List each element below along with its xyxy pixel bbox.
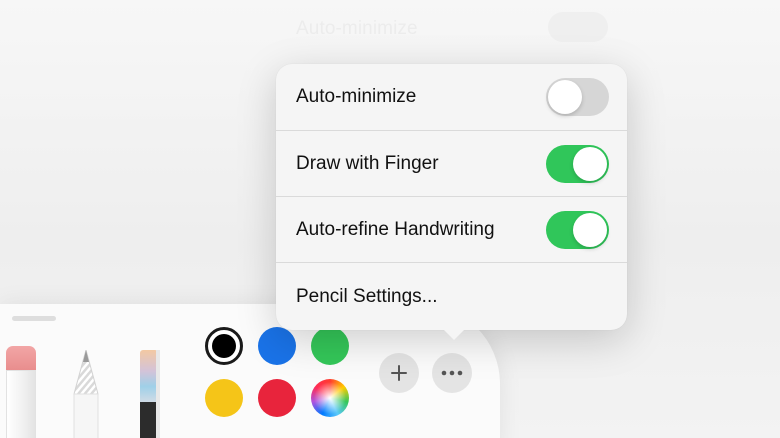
menu-item-label: Draw with Finger xyxy=(296,152,439,174)
color-swatch-green[interactable] xyxy=(311,327,349,365)
marker-icon[interactable] xyxy=(140,350,160,438)
eraser-icon[interactable] xyxy=(6,346,36,438)
menu-item-auto-refine-handwriting[interactable]: Auto-refine Handwriting xyxy=(276,196,627,262)
menu-item-draw-with-finger[interactable]: Draw with Finger xyxy=(276,130,627,196)
auto-refine-handwriting-toggle[interactable] xyxy=(546,210,609,249)
toggle-knob xyxy=(548,80,582,114)
draw-with-finger-toggle[interactable] xyxy=(546,144,609,183)
color-swatch-yellow[interactable] xyxy=(205,379,243,417)
toggle-knob xyxy=(573,212,607,247)
color-swatch-black[interactable] xyxy=(205,327,243,365)
color-swatch-blue[interactable] xyxy=(258,327,296,365)
menu-item-pencil-settings[interactable]: Pencil Settings... xyxy=(276,262,627,330)
pencil-icon[interactable] xyxy=(71,350,101,438)
popover-arrow xyxy=(442,328,466,340)
plus-icon xyxy=(391,365,407,381)
background-ghost-toggle xyxy=(548,12,608,42)
add-button[interactable] xyxy=(379,353,419,393)
menu-item-auto-minimize[interactable]: Auto-minimize xyxy=(276,64,627,130)
color-swatch-multicolor[interactable] xyxy=(311,379,349,417)
ellipsis-icon xyxy=(441,370,463,376)
menu-item-label: Auto-refine Handwriting xyxy=(296,218,495,240)
palette-grab-handle[interactable] xyxy=(12,316,56,321)
color-swatch-red[interactable] xyxy=(258,379,296,417)
menu-item-label: Pencil Settings... xyxy=(296,285,438,307)
menu-item-label: Auto-minimize xyxy=(296,86,417,107)
more-button[interactable] xyxy=(432,353,472,393)
toggle-knob xyxy=(573,146,607,181)
more-options-menu: Auto-minimize Draw with Finger Auto-refi… xyxy=(276,64,627,340)
background-ghost-label: Auto-minimize xyxy=(296,18,418,39)
auto-minimize-toggle[interactable] xyxy=(546,78,609,116)
